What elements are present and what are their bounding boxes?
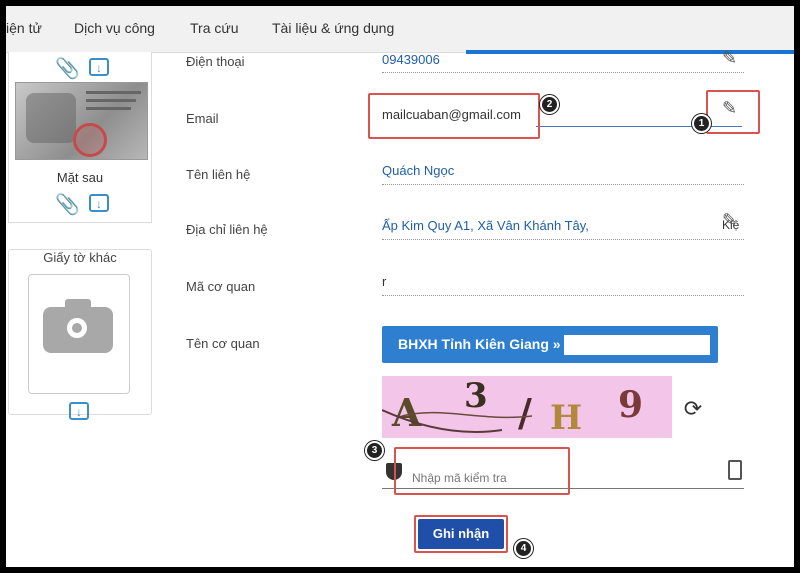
download-icon[interactable]: ↓ [89,194,109,212]
app-window: iện tử Dịch vụ công Tra cứu Tài liệu & ứ… [6,6,794,567]
seal-stamp [73,123,107,157]
id-back-card: 📎 ↓ Mặt sau 📎 ↓ [8,52,152,223]
edit-icon[interactable]: ✎ [722,210,742,230]
email-highlight [368,93,540,139]
paperclip-icon[interactable]: 📎 [55,194,80,216]
step-badge: 1 [692,114,711,133]
step-badge: 4 [514,539,533,558]
id-back-label: Mặt sau [56,170,104,185]
redaction-block [564,335,710,355]
agency-name-label: Tên cơ quan [186,336,260,351]
contact-address-label: Địa chỉ liên hệ [186,222,268,237]
contact-name-label: Tên liên hệ [186,167,251,182]
edit-highlight [706,90,760,134]
phone-label: Điện thoại [186,54,245,69]
submit-highlight [414,515,508,553]
nav-item-public-services[interactable]: Dịch vụ công [74,20,155,36]
step-badge: 3 [365,441,384,460]
refresh-captcha-icon[interactable]: ⟳ [680,396,706,422]
contact-address-value[interactable]: Ấp Kim Quy A1, Xã Vân Khánh Tây, [382,218,589,233]
nav-item-lookup[interactable]: Tra cứu [190,20,239,36]
download-icon[interactable]: ↓ [89,58,109,76]
email-label: Email [186,111,219,126]
id-back-image [15,82,148,160]
nav-item-documents-apps[interactable]: Tài liệu & ứng dụng [272,20,394,36]
contact-name-value[interactable]: Quách Ngọc [382,163,454,178]
captcha-input-highlight [394,447,570,495]
nav-item-electronic[interactable]: iện tử [6,20,42,36]
agency-code-label: Mã cơ quan [186,279,256,294]
nav-accent-bar [466,50,794,54]
camera-icon [62,313,92,343]
other-docs-label: Giấy tờ khác [43,250,117,265]
paperclip-icon[interactable]: 📎 [55,58,80,80]
download-icon[interactable]: ↓ [69,402,89,420]
captcha-image: A 3 / H 9 [382,376,672,438]
agency-code-value[interactable]: r [382,274,386,289]
phone-value[interactable]: 09439006 [382,52,440,67]
top-nav: iện tử Dịch vụ công Tra cứu Tài liệu & ứ… [6,6,794,54]
edit-icon[interactable]: ✎ [722,48,742,68]
upload-photo-box[interactable] [28,274,130,394]
captcha-noise-lines [382,409,533,433]
step-badge: 2 [540,95,559,114]
phone-icon [728,460,742,480]
